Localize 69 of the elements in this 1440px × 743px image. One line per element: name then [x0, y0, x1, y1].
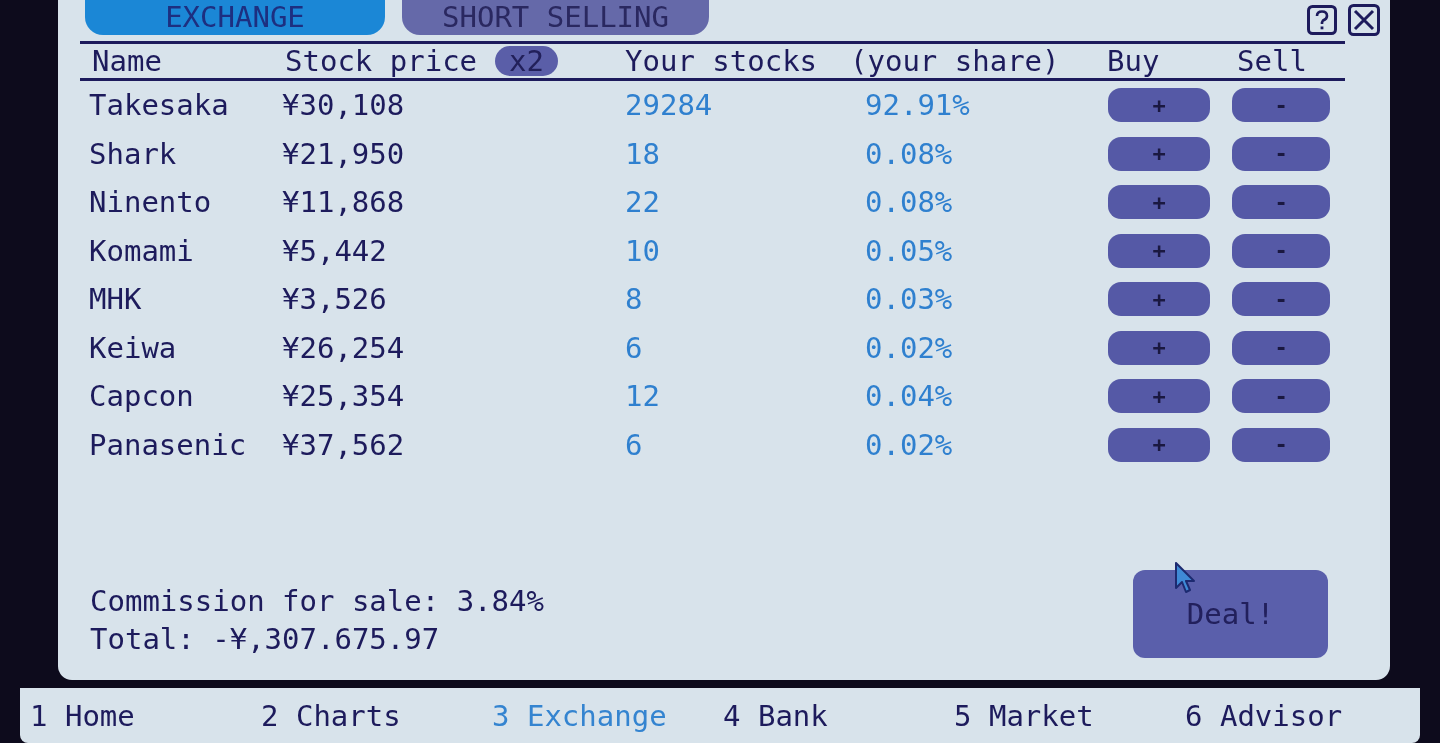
- owned-stocks: 22: [625, 185, 660, 220]
- tab[interactable]: SHORT SELLING: [402, 0, 709, 35]
- column-header: (your share): [850, 44, 1060, 78]
- nav-item[interactable]: 6 Advisor: [1185, 698, 1343, 733]
- sell-button[interactable]: -: [1232, 427, 1330, 462]
- column-header: Buy: [1107, 44, 1160, 78]
- nav-item[interactable]: 3 Exchange: [492, 698, 667, 733]
- stock-price: ¥5,442: [282, 233, 387, 268]
- total-text: Total: -¥,307.675.97: [90, 621, 441, 658]
- buy-button[interactable]: +: [1108, 233, 1210, 268]
- sell-button[interactable]: -: [1232, 330, 1330, 365]
- column-header: Your stocks: [625, 44, 818, 78]
- stock-name: Shark: [89, 136, 177, 171]
- stock-name: Ninento: [89, 185, 212, 220]
- buy-button[interactable]: +: [1108, 88, 1210, 123]
- buy-button[interactable]: +: [1108, 185, 1210, 220]
- sell-button[interactable]: -: [1232, 185, 1330, 220]
- stock-price: ¥30,108: [282, 88, 405, 123]
- sell-button[interactable]: -: [1232, 379, 1330, 414]
- tab[interactable]: EXCHANGE: [85, 0, 385, 35]
- stock-name: MHK: [89, 282, 142, 317]
- owned-stocks: 6: [625, 330, 643, 365]
- owned-share: 0.08%: [865, 185, 953, 220]
- close-icon[interactable]: [1348, 4, 1380, 36]
- column-header: Stock price: [285, 44, 478, 78]
- sell-button[interactable]: -: [1232, 88, 1330, 123]
- column-header: Name: [92, 44, 162, 78]
- nav-item[interactable]: 2 Charts: [261, 698, 401, 733]
- column-header: Sell: [1237, 44, 1307, 78]
- commission-text: Commission for sale: 3.84%: [90, 583, 544, 620]
- sell-button[interactable]: -: [1232, 282, 1330, 317]
- owned-stocks: 29284: [625, 88, 713, 123]
- owned-stocks: 10: [625, 233, 660, 268]
- stock-name: Panasenic: [89, 427, 247, 462]
- stock-price: ¥37,562: [282, 427, 405, 462]
- stock-price: ¥11,868: [282, 185, 405, 220]
- owned-share: 92.91%: [865, 88, 970, 123]
- owned-share: 0.08%: [865, 136, 953, 171]
- buy-button[interactable]: +: [1108, 330, 1210, 365]
- owned-share: 0.05%: [865, 233, 953, 268]
- stock-price: ¥21,950: [282, 136, 405, 171]
- owned-stocks: 6: [625, 427, 643, 462]
- cursor-icon: [1175, 562, 1197, 594]
- buy-button[interactable]: +: [1108, 427, 1210, 462]
- buy-button[interactable]: +: [1108, 379, 1210, 414]
- owned-stocks: 12: [625, 379, 660, 414]
- sell-button[interactable]: -: [1232, 136, 1330, 171]
- owned-share: 0.03%: [865, 282, 953, 317]
- owned-share: 0.02%: [865, 330, 953, 365]
- nav-item[interactable]: 1 Home: [30, 698, 135, 733]
- stock-name: Komami: [89, 233, 194, 268]
- owned-share: 0.02%: [865, 427, 953, 462]
- nav-item[interactable]: 4 Bank: [723, 698, 828, 733]
- stock-name: Keiwa: [89, 330, 177, 365]
- owned-share: 0.04%: [865, 379, 953, 414]
- sell-button[interactable]: -: [1232, 233, 1330, 268]
- help-icon[interactable]: [1307, 5, 1337, 35]
- owned-stocks: 8: [625, 282, 643, 317]
- stock-price: ¥3,526: [282, 282, 387, 317]
- multiplier-badge[interactable]: x2: [495, 46, 558, 76]
- owned-stocks: 18: [625, 136, 660, 171]
- stock-price: ¥25,354: [282, 379, 405, 414]
- stock-name: Capcon: [89, 379, 194, 414]
- stock-price: ¥26,254: [282, 330, 405, 365]
- buy-button[interactable]: +: [1108, 136, 1210, 171]
- stock-name: Takesaka: [89, 88, 229, 123]
- buy-button[interactable]: +: [1108, 282, 1210, 317]
- deal-button[interactable]: Deal!: [1133, 570, 1328, 658]
- nav-item[interactable]: 5 Market: [954, 698, 1094, 733]
